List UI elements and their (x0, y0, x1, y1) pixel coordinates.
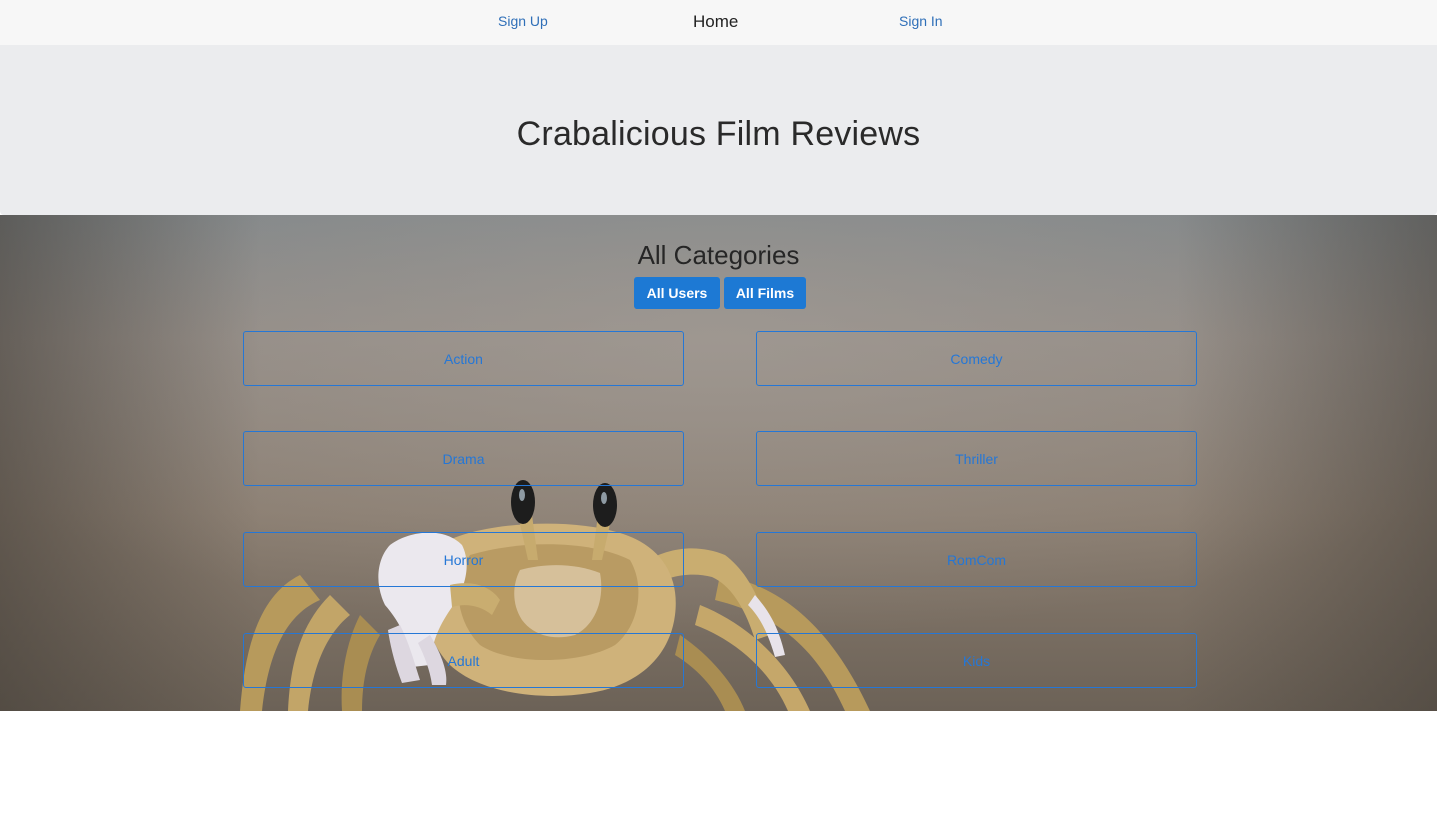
categories-heading: All Categories (637, 240, 800, 270)
category-drama-button[interactable]: Drama (243, 431, 684, 486)
category-romcom-button[interactable]: RomCom (756, 532, 1197, 587)
category-kids-button[interactable]: Kids (756, 633, 1197, 688)
header-jumbotron: Crabalicious Film Reviews (0, 45, 1437, 215)
category-comedy-button[interactable]: Comedy (756, 331, 1197, 386)
all-users-button[interactable]: All Users (634, 277, 720, 309)
nav-sign-up-link[interactable]: Sign Up (498, 0, 548, 45)
category-adult-button[interactable]: Adult (243, 633, 684, 688)
site-title: Crabalicious Film Reviews (516, 115, 921, 153)
category-horror-button[interactable]: Horror (243, 532, 684, 587)
all-films-button[interactable]: All Films (724, 277, 806, 309)
nav-sign-in-link[interactable]: Sign In (899, 0, 943, 45)
top-navbar: Sign Up Home Sign In (0, 0, 1437, 45)
category-action-button[interactable]: Action (243, 331, 684, 386)
category-thriller-button[interactable]: Thriller (756, 431, 1197, 486)
nav-home-link[interactable]: Home (693, 0, 738, 45)
